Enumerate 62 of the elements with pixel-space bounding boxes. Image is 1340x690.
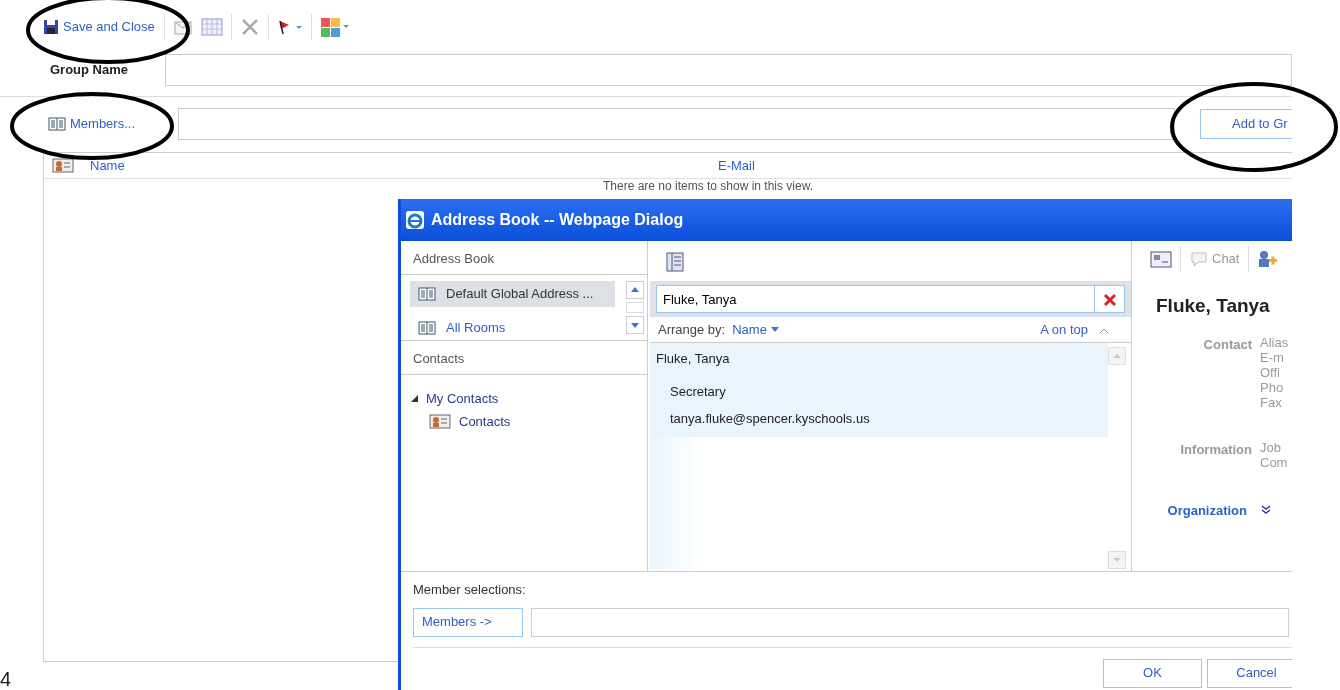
- clear-search-button[interactable]: [1095, 285, 1125, 313]
- members-field[interactable]: [178, 108, 1175, 140]
- page-number: 4: [0, 668, 12, 690]
- contact-card-icon[interactable]: [1150, 249, 1172, 269]
- member-selections-label: Member selections:: [413, 581, 527, 599]
- contact-email: tanya.fluke@spencer.kyschools.us: [670, 410, 871, 428]
- dialog-title: Address Book -- Webpage Dialog: [431, 210, 684, 230]
- contact-title: Secretary: [670, 382, 727, 401]
- field-group-label: Contact: [1202, 335, 1253, 354]
- sort-order-button[interactable]: A on top: [1039, 318, 1089, 341]
- dialog-button[interactable]: Cancel: [1207, 658, 1292, 688]
- calendar-icon[interactable]: [200, 17, 223, 37]
- field-label: Job: [1260, 439, 1282, 455]
- address-book-icon: [48, 116, 66, 132]
- address-book-icon: [418, 320, 438, 336]
- contact-name: Fluke, Tanya: [656, 350, 731, 368]
- dialog-button[interactable]: OK: [1103, 658, 1202, 688]
- empty-message: There are no items to show in this view.: [601, 179, 815, 193]
- section-expander[interactable]: Organization: [1134, 499, 1272, 521]
- field-label: Offi: [1260, 364, 1281, 380]
- group-name-label: Group Name: [50, 61, 128, 80]
- members-button[interactable]: Members ->: [413, 607, 523, 637]
- field-label: Com: [1260, 454, 1288, 470]
- close-icon: [1102, 292, 1117, 307]
- scroll-thumb[interactable]: [626, 302, 644, 313]
- contact-card-icon: [52, 157, 74, 174]
- field-label: Fax: [1260, 394, 1283, 410]
- field-label: Alias: [1260, 334, 1289, 350]
- section-heading: Address Book: [401, 241, 647, 275]
- result-item[interactable]: Fluke, Tanya Secretary tanya.fluke@spencer.kyschools.us: [650, 343, 1108, 437]
- category-icon[interactable]: [319, 17, 350, 37]
- collapse-icon: [411, 395, 418, 403]
- tree-node[interactable]: My Contacts: [411, 389, 647, 409]
- contact-card-icon: [429, 412, 451, 430]
- tree-node[interactable]: Contacts: [411, 411, 647, 431]
- search-field[interactable]: Fluke, Tanya: [656, 285, 1095, 313]
- address-list-icon[interactable]: [666, 251, 684, 272]
- speech-bubble-icon: [1190, 251, 1208, 267]
- column-header[interactable]: E-Mail: [718, 155, 755, 176]
- browser-icon: [405, 210, 425, 230]
- field-label: E-m: [1260, 349, 1285, 365]
- arrange-label: Arrange by:: [658, 320, 726, 339]
- address-book-icon: [418, 286, 438, 302]
- address-book-item[interactable]: Default Global Address ...: [410, 281, 615, 307]
- add-contact-icon[interactable]: [1257, 249, 1280, 269]
- members-link[interactable]: Members...: [48, 114, 178, 134]
- expand-chevron-icon: [1261, 505, 1271, 516]
- caret-icon: [770, 327, 779, 332]
- section-heading: Contacts: [401, 341, 647, 375]
- column-header[interactable]: Name: [90, 155, 670, 176]
- contact-heading: Fluke, Tanya: [1155, 294, 1271, 318]
- scroll-up-icon[interactable]: [626, 281, 644, 299]
- add-to-group-button[interactable]: Add to Gr: [1200, 109, 1292, 139]
- address-book-item[interactable]: All Rooms: [410, 315, 615, 341]
- member-selections-field[interactable]: [531, 607, 1289, 637]
- field-group-label: Information: [1179, 440, 1253, 459]
- arrange-field-dropdown[interactable]: Name: [731, 318, 780, 341]
- group-name-field[interactable]: [165, 54, 1292, 86]
- scroll-down-icon[interactable]: [626, 316, 644, 334]
- delete-icon[interactable]: [239, 17, 260, 37]
- flag-icon[interactable]: [276, 19, 303, 35]
- field-label: Pho: [1260, 379, 1285, 395]
